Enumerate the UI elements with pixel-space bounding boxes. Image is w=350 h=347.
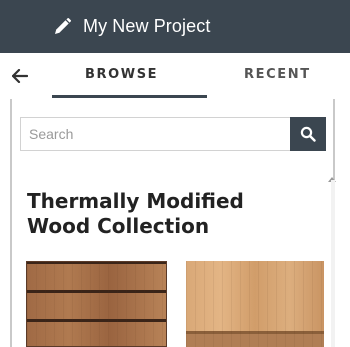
wood-swatch-light[interactable] xyxy=(186,261,324,347)
top-bar: My New Project xyxy=(0,0,350,53)
scrollbar-track[interactable] xyxy=(331,180,335,347)
search-button[interactable] xyxy=(290,117,326,151)
back-arrow-icon[interactable] xyxy=(12,69,28,83)
active-tab-indicator xyxy=(52,95,207,98)
project-title[interactable]: My New Project xyxy=(83,15,210,37)
collection-title-line-1: Thermally Modified xyxy=(27,189,244,213)
collection-title: Thermally Modified Wood Collection xyxy=(27,189,327,239)
search-input[interactable] xyxy=(20,117,290,151)
tab-bar: BROWSE RECENT xyxy=(0,53,350,99)
wood-swatch-dark[interactable] xyxy=(26,261,167,347)
tab-browse[interactable]: BROWSE xyxy=(85,67,158,82)
collection-title-line-2: Wood Collection xyxy=(27,214,210,238)
tab-recent[interactable]: RECENT xyxy=(244,67,311,82)
pencil-icon[interactable] xyxy=(52,17,72,37)
search-icon xyxy=(300,126,316,142)
